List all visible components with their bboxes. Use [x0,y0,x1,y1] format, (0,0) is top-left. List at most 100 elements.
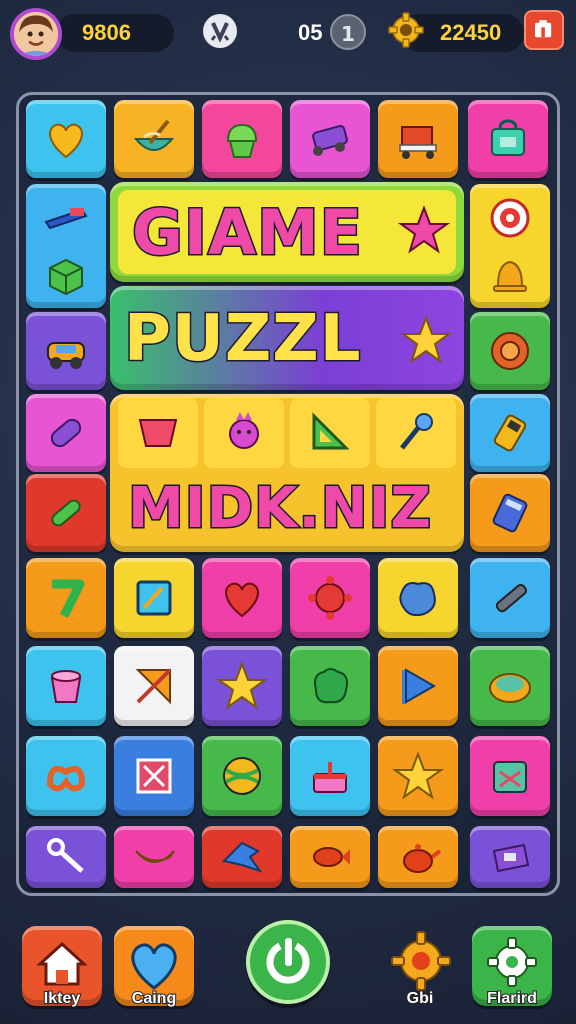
blob-icon [314,668,348,704]
tile-box[interactable] [470,736,550,816]
stapler-icon-wrap [40,192,92,248]
triangle-cell [290,398,370,468]
star-icon [216,661,268,710]
tile-stapler-cube[interactable] [26,184,106,308]
tile-ring[interactable] [470,312,550,390]
tile-bag[interactable] [468,100,548,178]
pen-icon [495,584,528,613]
profile-label: Flarird [486,989,538,1008]
bucket-cell [118,398,198,468]
tile-target-bell[interactable] [470,184,550,308]
tile-pen[interactable] [470,558,550,638]
banner-middle-text: MIDK.NIZ [126,475,433,543]
gear-blob-icon [308,576,352,620]
tile-star[interactable] [202,646,282,726]
settings-label: Gbi [406,989,435,1008]
tile-purse[interactable] [470,826,550,888]
target-icon [490,198,530,238]
tile-seven[interactable] [26,558,106,638]
gold-gear-icon [388,12,424,48]
tile-x-box[interactable] [114,736,194,816]
shield-icon [210,22,230,43]
gear-icon[interactable] [390,930,452,992]
tile-phone[interactable] [470,394,550,472]
bag-icon [491,119,525,156]
tile-cart[interactable] [378,100,458,178]
tile-heart[interactable] [202,558,282,638]
key-cell [376,398,456,468]
power-icon [266,938,310,984]
tile-cup[interactable] [26,646,106,726]
triangle-icon [312,412,350,450]
tile-fish[interactable] [290,826,370,888]
frame-icon [136,580,172,616]
box-icon [493,761,527,793]
pill-icon [50,418,82,448]
tile-roller-skate[interactable] [290,100,370,178]
cube-icon-wrap [40,248,92,304]
flag-icon [402,668,437,704]
tile-calculator[interactable] [470,474,550,552]
calculator-icon [492,493,528,533]
star-icon [392,751,444,800]
coin-value: 9806 [82,20,131,45]
cart-icon [399,126,437,159]
ball-icon [223,757,261,795]
banana-icon [135,850,175,863]
x-box-icon [136,758,172,794]
tile-cupcake[interactable] [202,100,282,178]
coin-counter: 9806 [56,14,174,52]
level-text: 05 [298,20,323,45]
alliance-icon[interactable] [203,14,237,48]
tile-wrench[interactable] [26,826,106,888]
shop-icon [535,20,552,38]
tile-frame[interactable] [114,558,194,638]
cupcake-icon [226,123,258,158]
roller-skate-icon [312,125,348,156]
bowl-whisk-icon [133,119,175,151]
level-badge[interactable]: 1 [330,14,366,50]
phone-icon [493,414,527,452]
tile-heart[interactable] [26,100,106,178]
tile-bird[interactable] [202,826,282,888]
tile-star[interactable] [378,736,458,816]
bell-icon [493,260,527,292]
tile-kite[interactable] [114,646,194,726]
wrench-icon [47,838,84,873]
heart-icon [49,123,83,159]
tile-leaf[interactable] [26,474,106,552]
tile-flag[interactable] [378,646,458,726]
star-icon [400,315,452,364]
banner-puzzle: PUZZL [110,286,464,390]
tile-banana[interactable] [114,826,194,888]
play-button[interactable] [246,920,330,1004]
teapot-icon [403,844,442,873]
stapler-icon [44,208,88,230]
tile-cake[interactable] [290,736,370,816]
shop-button[interactable] [524,10,564,50]
tile-car[interactable] [26,312,106,390]
fish-icon [313,847,350,867]
tile-puzzle-blob[interactable] [378,558,458,638]
flower-icon [229,412,259,449]
bell-icon-wrap [484,248,536,304]
tile-ball[interactable] [202,736,282,816]
banner-game-text: GIAME [131,195,364,271]
tile-pretzel[interactable] [26,736,106,816]
cup-icon [50,670,82,703]
gaming-label: Caing [131,989,177,1008]
kite-icon [135,668,172,705]
cake-icon [313,762,347,793]
target-icon-wrap [484,192,536,248]
tile-blob[interactable] [290,646,370,726]
tile-teapot[interactable] [378,826,458,888]
star-icon [398,205,450,254]
tile-pill[interactable] [26,394,106,472]
top-bar: 9806 05 1 22450 [0,0,576,66]
tile-bowl-whisk[interactable] [114,100,194,178]
cube-icon [49,258,83,296]
tile-plate[interactable] [470,646,550,726]
avatar[interactable] [10,8,62,60]
plate-icon [489,673,531,703]
tile-gear-blob[interactable] [290,558,370,638]
